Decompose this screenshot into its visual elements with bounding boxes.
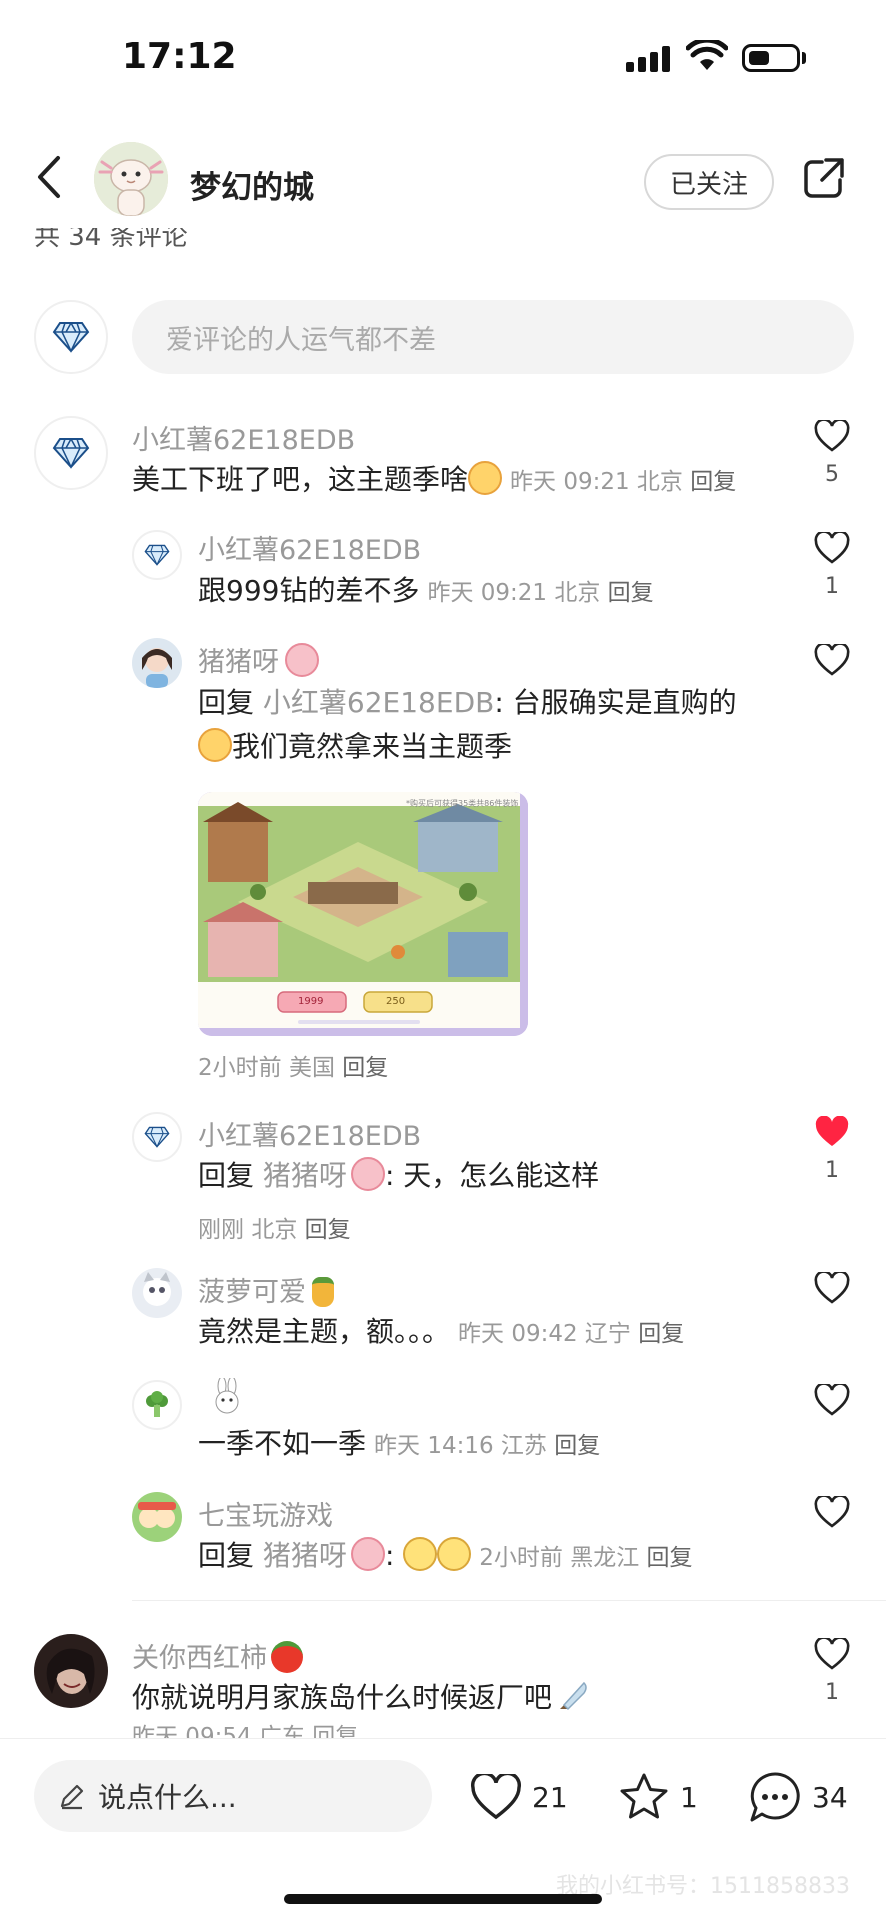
like-button[interactable] <box>802 644 862 676</box>
reply-button[interactable]: 回复 <box>342 1055 388 1081</box>
tomato-emoji-icon <box>271 1641 303 1673</box>
diamond-icon <box>144 1126 170 1148</box>
image-notice: *购买后可获得35类共86件装饰 <box>406 799 519 808</box>
commenter-name[interactable]: 关你西红柿 <box>132 1636 303 1675</box>
reply-avatar[interactable] <box>132 1112 182 1162</box>
collect-button[interactable]: 1 <box>618 1772 698 1822</box>
reply-text: 回复 猪猪呀: 天，怎么能这样 <box>198 1157 600 1192</box>
reply-avatar[interactable] <box>132 1268 182 1318</box>
author-avatar[interactable] <box>94 142 168 216</box>
commenter-avatar[interactable] <box>34 1634 108 1708</box>
chat-icon <box>750 1772 800 1822</box>
bottom-divider <box>0 1738 886 1739</box>
reply-name[interactable]: 七宝玩游戏 <box>198 1494 333 1533</box>
like-button[interactable]: 5 <box>802 420 862 487</box>
reply-button[interactable]: 回复 <box>690 469 736 495</box>
knife-emoji-icon <box>556 1679 590 1724</box>
diamond-icon <box>144 544 170 566</box>
like-button[interactable]: 1 <box>802 532 862 599</box>
like-post-button[interactable]: 21 <box>470 1774 568 1820</box>
pig-emoji-icon <box>350 1157 385 1191</box>
heart-icon <box>814 420 850 452</box>
author-name[interactable]: 梦幻的城 <box>190 162 314 207</box>
pig-emoji-icon <box>350 1537 385 1571</box>
star-icon <box>620 1773 668 1819</box>
heart-icon <box>814 1496 850 1528</box>
reply-avatar[interactable] <box>132 1380 182 1430</box>
reply-text: 回复 小红薯62E18EDB: 台服确实是直购的 <box>198 686 737 719</box>
like-button[interactable]: 1 <box>802 1638 862 1705</box>
reply-to-user[interactable]: 猪猪呀 <box>263 1537 385 1572</box>
reply-text: 一季不如一季 昨天 14:16 江苏 回复 <box>198 1427 601 1460</box>
reply-text: 跟999钻的差不多 昨天 09:21 北京 回复 <box>198 574 654 607</box>
crying-emoji-icon <box>198 728 232 762</box>
comment-text: 美工下班了吧，这主题季啥 昨天 09:21 北京 回复 <box>132 461 737 496</box>
comment-text: 你就说明月家族岛什么时候返厂吧 <box>132 1678 590 1724</box>
comment-input[interactable]: 爱评论的人运气都不差 <box>132 300 854 374</box>
heart-filled-icon <box>815 1116 849 1146</box>
reply-name[interactable]: 菠萝可爱 <box>198 1270 334 1309</box>
reply-button[interactable]: 回复 <box>638 1321 684 1347</box>
commenter-avatar[interactable] <box>34 416 108 490</box>
crying-emoji-icon <box>468 461 503 495</box>
price-diamond: 1999 <box>298 996 324 1007</box>
comment-count: 共 34 条评论 <box>34 228 188 252</box>
reply-button[interactable]: 回复 <box>554 1433 600 1459</box>
rabbit-emoji-icon <box>212 1376 242 1418</box>
reply-button[interactable]: 回复 <box>647 1545 693 1571</box>
status-time: 17:12 <box>122 36 237 77</box>
cellular-signal-icon <box>626 46 670 72</box>
home-indicator[interactable] <box>284 1894 602 1904</box>
say-something-input[interactable]: 说点什么... <box>34 1760 432 1832</box>
reply-button[interactable]: 回复 <box>305 1217 351 1243</box>
broccoli-icon <box>146 1391 168 1417</box>
reply-avatar[interactable] <box>132 530 182 580</box>
like-button[interactable]: 1 <box>802 1116 862 1183</box>
commenter-name[interactable]: 小红薯62E18EDB <box>132 418 355 457</box>
reply-text-line2: 我们竟然拿来当主题季 <box>198 727 512 767</box>
heart-icon <box>814 1638 850 1670</box>
reply-to-user[interactable]: 小红薯62E18EDB <box>263 686 494 719</box>
wifi-icon <box>685 37 729 76</box>
pineapple-emoji-icon <box>312 1277 334 1307</box>
battery-tip <box>802 52 806 64</box>
pig-emoji-icon <box>285 643 319 677</box>
my-avatar <box>34 300 108 374</box>
reply-to-user[interactable]: 猪猪呀 <box>263 1157 385 1192</box>
heart-icon <box>814 532 850 564</box>
heart-icon <box>471 1774 521 1820</box>
reply-avatar[interactable] <box>132 1492 182 1542</box>
like-button[interactable] <box>802 1272 862 1304</box>
reply-meta: 2小时前 美国 回复 <box>198 1055 389 1081</box>
like-button[interactable] <box>802 1384 862 1416</box>
comment-image[interactable]: *购买后可获得35类共86件装饰 1999 250 <box>198 792 528 1036</box>
reply-name[interactable]: 小红薯62E18EDB <box>198 528 421 567</box>
heart-icon <box>814 1272 850 1304</box>
comment-meta-partial: 昨天 09:54 广东 回复 <box>132 1724 359 1738</box>
reply-text: 竟然是主题，额。。。 昨天 09:42 辽宁 回复 <box>198 1315 685 1348</box>
back-icon[interactable] <box>34 154 64 204</box>
comment-divider <box>132 1600 886 1601</box>
share-icon[interactable] <box>802 156 846 204</box>
reply-name[interactable]: 猪猪呀 <box>198 640 319 679</box>
diamond-icon <box>52 322 90 353</box>
reply-meta: 刚刚 北京 回复 <box>198 1217 351 1243</box>
reply-avatar[interactable] <box>132 638 182 688</box>
battery-icon <box>742 44 800 72</box>
like-button[interactable] <box>802 1496 862 1528</box>
heart-icon <box>814 644 850 676</box>
follow-button[interactable]: 已关注 <box>644 154 774 210</box>
duck-emoji-icon <box>403 1537 438 1571</box>
comments-button[interactable]: 34 <box>748 1770 848 1824</box>
diamond-icon <box>52 438 90 469</box>
reply-button[interactable]: 回复 <box>608 580 654 606</box>
price-coin: 250 <box>386 996 406 1007</box>
pencil-icon <box>60 1784 84 1810</box>
heart-icon <box>814 1384 850 1416</box>
reply-text: 回复 猪猪呀: 2小时前 黑龙江 回复 <box>198 1537 693 1572</box>
duck-emoji-icon <box>437 1537 472 1571</box>
reply-name[interactable]: 小红薯62E18EDB <box>198 1114 421 1153</box>
